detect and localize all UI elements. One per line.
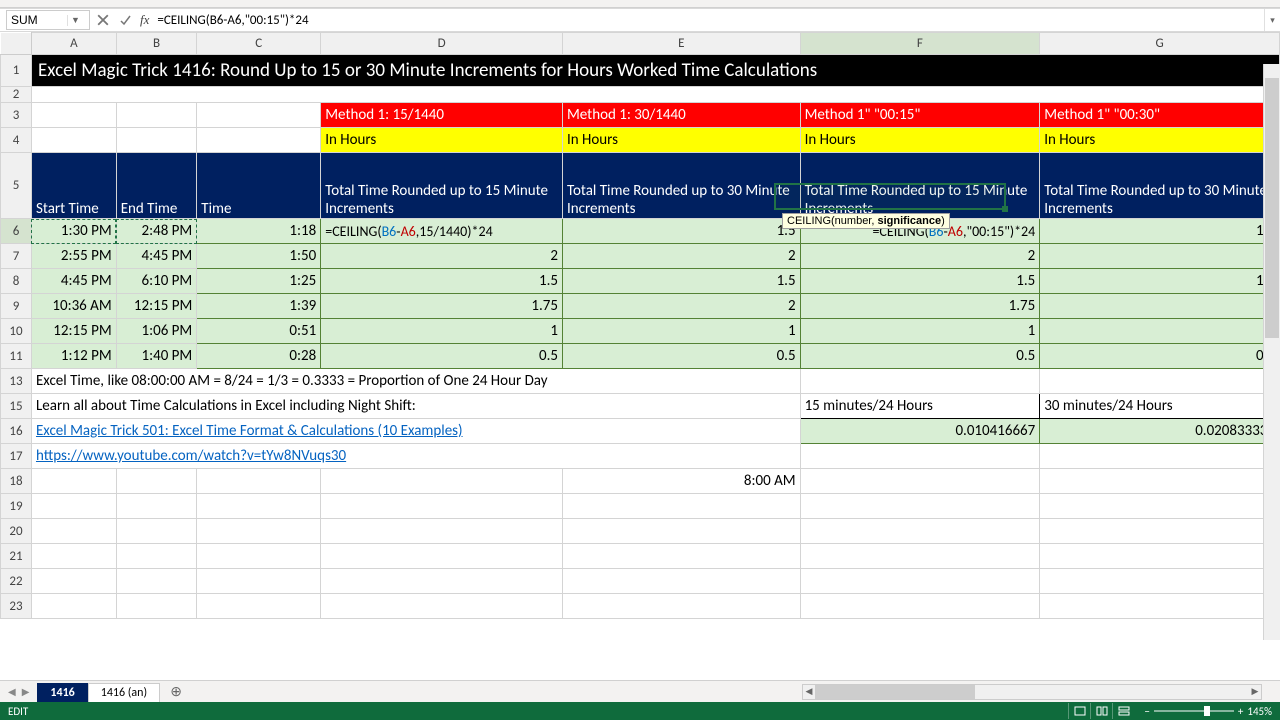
col-F[interactable]: F xyxy=(800,33,1040,55)
cancel-icon[interactable] xyxy=(93,10,113,30)
cell-E18[interactable]: 8:00 AM xyxy=(562,469,800,494)
cell-D6[interactable]: =CEILING(B6-A6,15/1440)*24 xyxy=(321,219,563,244)
cell-G15[interactable]: 30 minutes/24 Hours xyxy=(1040,394,1280,419)
zoom-level[interactable]: 145% xyxy=(1247,705,1272,718)
row-6[interactable]: 6 xyxy=(1,219,32,244)
enter-icon[interactable] xyxy=(115,10,135,30)
row-20[interactable]: 20 xyxy=(1,519,32,544)
name-box-input[interactable] xyxy=(7,13,67,27)
col-E[interactable]: E xyxy=(562,33,800,55)
cell-F15[interactable]: 15 minutes/24 Hours xyxy=(800,394,1040,419)
view-normal-icon[interactable] xyxy=(1068,703,1090,719)
function-tooltip: CEILING(number, significance) xyxy=(782,213,950,229)
row-23[interactable]: 23 xyxy=(1,594,32,619)
method-1: Method 1: 15/1440 xyxy=(321,103,563,128)
cell-B6[interactable]: 2:48 PM xyxy=(116,219,197,244)
cell-G6[interactable]: 1.5 xyxy=(1040,219,1280,244)
row-8[interactable]: 8 xyxy=(1,269,32,294)
col-G[interactable]: G xyxy=(1040,33,1280,55)
row-10[interactable]: 10 xyxy=(1,319,32,344)
ribbon-stub xyxy=(0,0,1280,8)
col-B[interactable]: B xyxy=(116,33,197,55)
row-7[interactable]: 7 xyxy=(1,244,32,269)
cell-G16[interactable]: 0.020833333 xyxy=(1040,419,1280,444)
hdr-d: Total Time Rounded up to 15 Minute Incre… xyxy=(321,153,563,219)
formula-input[interactable]: =CEILING(B6-A6,"00:15")*24 xyxy=(153,10,1264,30)
hdr-f: Total Time Rounded up to 15 Minute Incre… xyxy=(800,153,1040,219)
scroll-thumb[interactable] xyxy=(1265,78,1279,338)
row-5[interactable]: 5 xyxy=(1,153,32,219)
tab-nav-arrows[interactable]: ◀▶ xyxy=(0,685,37,698)
row-18[interactable]: 18 xyxy=(1,469,32,494)
row-21[interactable]: 21 xyxy=(1,544,32,569)
cell-A6[interactable]: 1:30 PM xyxy=(31,219,116,244)
hdr-start: Start Time xyxy=(31,153,116,219)
note-15: Learn all about Time Calculations in Exc… xyxy=(31,394,800,419)
cell-F16[interactable]: 0.010416667 xyxy=(800,419,1040,444)
row-11[interactable]: 11 xyxy=(1,344,32,369)
row-9[interactable]: 9 xyxy=(1,294,32,319)
select-all-corner[interactable] xyxy=(1,33,32,55)
view-pagebreak-icon[interactable] xyxy=(1112,703,1134,719)
row-17[interactable]: 17 xyxy=(1,444,32,469)
status-bar: EDIT − + 145% xyxy=(0,702,1280,720)
cell-C6[interactable]: 1:18 xyxy=(197,219,321,244)
add-sheet-icon[interactable]: ⊕ xyxy=(166,682,186,702)
zoom-slider[interactable] xyxy=(1154,710,1234,712)
col-D[interactable]: D xyxy=(321,33,563,55)
col-C[interactable]: C xyxy=(197,33,321,55)
zoom-in-icon[interactable]: + xyxy=(1238,705,1243,718)
chevron-down-icon[interactable]: ▼ xyxy=(67,15,83,26)
name-box[interactable]: ▼ xyxy=(6,10,90,30)
status-mode: EDIT xyxy=(8,705,28,718)
row-13[interactable]: 13 xyxy=(1,369,32,394)
link-17[interactable]: https://www.youtube.com/watch?v=tYw8NVuq… xyxy=(31,444,800,469)
row-15[interactable]: 15 xyxy=(1,394,32,419)
row-3[interactable]: 3 xyxy=(1,103,32,128)
method-4: Method 1" "00:30" xyxy=(1040,103,1280,128)
method-3: Method 1" "00:15" xyxy=(800,103,1040,128)
page-title: Excel Magic Trick 1416: Round Up to 15 o… xyxy=(31,55,1279,87)
row-16[interactable]: 16 xyxy=(1,419,32,444)
hdr-g: Total Time Rounded up to 30 Minute Incre… xyxy=(1040,153,1280,219)
tab-1416an[interactable]: 1416 (an) xyxy=(88,683,160,702)
row-22[interactable]: 22 xyxy=(1,569,32,594)
row-2[interactable]: 2 xyxy=(1,87,32,103)
row-4[interactable]: 4 xyxy=(1,128,32,153)
cell-E6[interactable]: 1.5 xyxy=(562,219,800,244)
expand-formula-icon[interactable]: ▾ xyxy=(1264,9,1280,31)
row-19[interactable]: 19 xyxy=(1,494,32,519)
formula-bar: ▼ fx =CEILING(B6-A6,"00:15")*24 ▾ xyxy=(0,8,1280,32)
zoom-out-icon[interactable]: − xyxy=(1144,705,1149,718)
note-13: Excel Time, like 08:00:00 AM = 8/24 = 1/… xyxy=(31,369,800,394)
sheet-tab-bar: ◀▶ 1416 1416 (an) ⊕ ◀▶ xyxy=(0,680,1280,702)
vertical-scrollbar[interactable] xyxy=(1263,64,1280,640)
col-A[interactable]: A xyxy=(31,33,116,55)
horizontal-scrollbar[interactable]: ◀▶ xyxy=(802,684,1262,700)
inhours: In Hours xyxy=(321,128,563,153)
link-16[interactable]: Excel Magic Trick 501: Excel Time Format… xyxy=(31,419,800,444)
hscroll-thumb[interactable] xyxy=(815,685,975,699)
fx-icon[interactable]: fx xyxy=(140,12,149,28)
hdr-end: End Time xyxy=(116,153,197,219)
tab-1416[interactable]: 1416 xyxy=(37,683,87,702)
row-1[interactable]: 1 xyxy=(1,55,32,87)
view-layout-icon[interactable] xyxy=(1090,703,1112,719)
hdr-e: Total Time Rounded up to 30 Minute Incre… xyxy=(562,153,800,219)
method-2: Method 1: 30/1440 xyxy=(562,103,800,128)
worksheet-grid[interactable]: A B C D E F G 1 Excel Magic Trick 1416: … xyxy=(0,32,1280,680)
hdr-time: Time xyxy=(197,153,321,219)
